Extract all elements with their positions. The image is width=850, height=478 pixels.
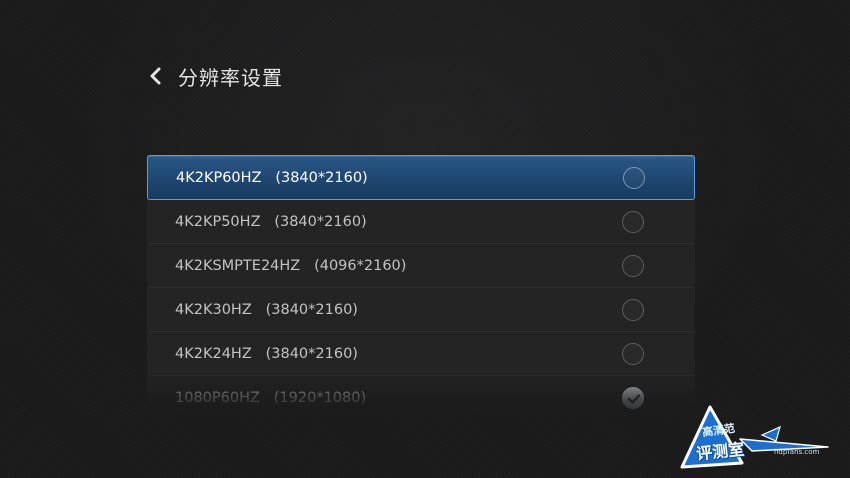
check-icon <box>627 393 641 404</box>
header: 分辨率设置 <box>148 60 283 92</box>
resolution-option[interactable]: 4K2KSMPTE24HZ (4096*2160) <box>147 244 695 288</box>
resolution-dimensions: (1920*1080) <box>273 389 367 406</box>
radio-button[interactable] <box>622 298 644 321</box>
resolution-dimensions: (3840*2160) <box>275 169 368 186</box>
resolution-option-label: 4K2KSMPTE24HZ (4096*2160) <box>175 258 406 274</box>
radio-checked[interactable] <box>622 386 644 409</box>
chevron-left-icon <box>148 66 162 86</box>
resolution-mode-name: 4K2KSMPTE24HZ <box>175 257 301 274</box>
resolution-option-label: 4K2K24HZ (3840*2160) <box>175 346 358 362</box>
resolution-option[interactable]: 4K2K24HZ (3840*2160) <box>147 332 695 376</box>
radio-button[interactable] <box>622 254 644 277</box>
radio-button[interactable] <box>622 210 644 233</box>
watermark-line2: 评测室 <box>695 439 746 464</box>
resolution-mode-name: 4K2KP60HZ <box>176 169 262 186</box>
resolution-option[interactable]: 4K2KP60HZ (3840*2160) <box>147 155 695 200</box>
page-title: 分辨率设置 <box>178 65 283 90</box>
resolution-option[interactable]: 1080P60HZ (1920*1080) <box>147 376 695 413</box>
resolution-mode-name: 4K2K30HZ <box>175 301 252 318</box>
resolution-option-label: 4K2KP60HZ (3840*2160) <box>176 170 368 186</box>
resolution-dimensions: (4096*2160) <box>314 257 407 274</box>
resolution-option-label: 1080P60HZ (1920*1080) <box>175 390 366 406</box>
resolution-option-label: 4K2K30HZ (3840*2160) <box>175 302 358 318</box>
resolution-dimensions: (3840*2160) <box>265 345 358 362</box>
resolution-option[interactable]: 4K2KP50HZ (3840*2160) <box>147 200 695 244</box>
resolution-mode-name: 4K2KP50HZ <box>175 213 261 230</box>
resolution-dimensions: (3840*2160) <box>274 213 367 230</box>
radio-button[interactable] <box>623 166 645 189</box>
resolution-dimensions: (3840*2160) <box>265 301 358 318</box>
watermark-logo: 高清范 评测室 hdpfans.com <box>680 405 830 473</box>
resolution-mode-name: 4K2K24HZ <box>175 345 252 362</box>
radio-button[interactable] <box>622 342 644 365</box>
resolution-list: 4K2KP60HZ (3840*2160) 4K2KP50HZ (3840*216… <box>147 155 695 413</box>
watermark-url: hdpfans.com <box>774 448 820 456</box>
resolution-mode-name: 1080P60HZ <box>175 389 260 406</box>
resolution-option-label: 4K2KP50HZ (3840*2160) <box>175 214 367 230</box>
resolution-option[interactable]: 4K2K30HZ (3840*2160) <box>147 288 695 332</box>
back-button[interactable] <box>148 66 162 86</box>
